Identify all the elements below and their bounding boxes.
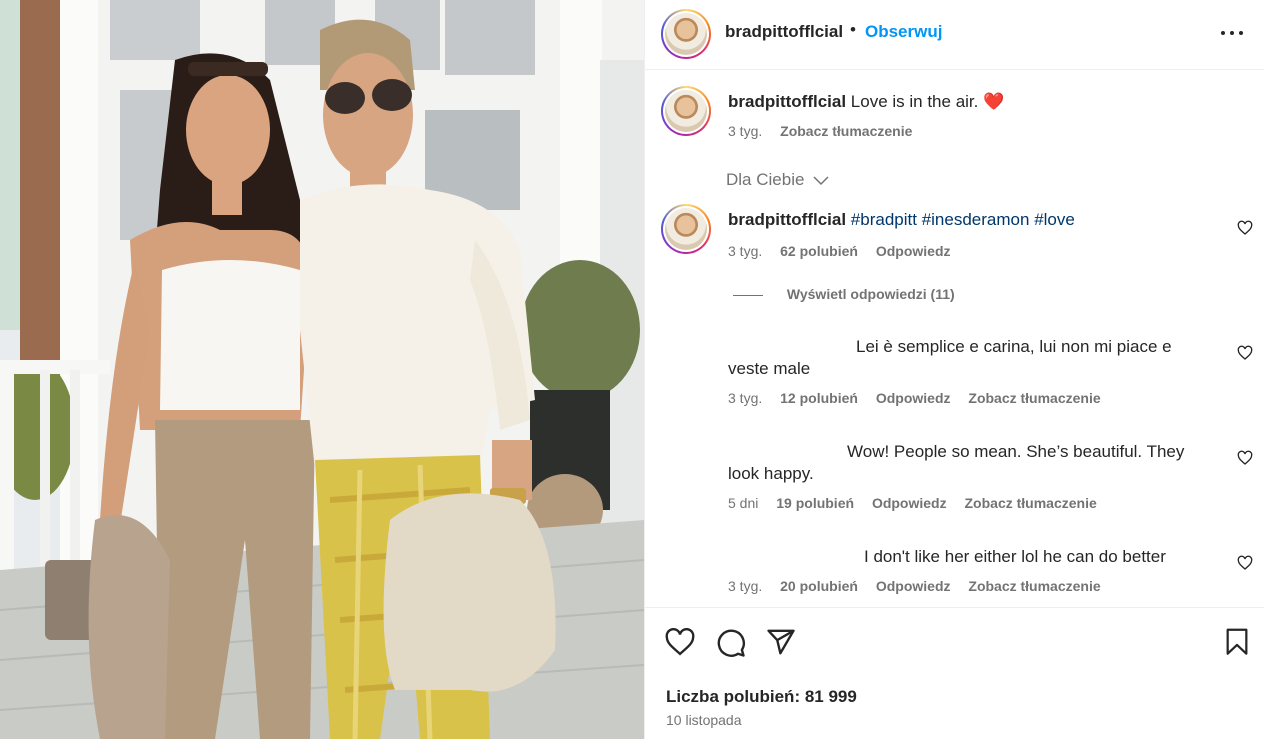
comment-likes-count[interactable]: 20 polubień	[780, 578, 858, 594]
comment-age[interactable]: 3 tyg.	[728, 243, 762, 259]
comment-icon[interactable]	[716, 628, 746, 658]
caption-age[interactable]: 3 tyg.	[728, 123, 762, 139]
post-details-panel: bradpittofflcial • Obserwuj bradpittoffl…	[644, 0, 1264, 739]
translate-link[interactable]: Zobacz tłumaczenie	[965, 495, 1097, 511]
likes-count[interactable]: Liczba polubień: 81 999	[666, 687, 857, 707]
send-icon[interactable]	[766, 628, 796, 656]
translate-link[interactable]: Zobacz tłumaczenie	[968, 390, 1100, 406]
view-replies-button[interactable]: Wyświetl odpowiedzi (11)	[733, 286, 955, 302]
comment-username[interactable]: bradpittofflcial	[728, 210, 846, 229]
comment-like-heart-icon[interactable]	[1237, 345, 1253, 361]
comments-section[interactable]: bradpittofflcial Love is in the air. ❤️ …	[645, 70, 1264, 607]
comment-age[interactable]: 3 tyg.	[728, 390, 762, 406]
comment-avatar[interactable]	[661, 204, 711, 254]
reply-button[interactable]: Odpowiedz	[876, 390, 951, 406]
view-replies-label: Wyświetl odpowiedzi (11)	[786, 286, 955, 302]
follow-button[interactable]: Obserwuj	[865, 22, 942, 42]
comment-like-heart-icon[interactable]	[1237, 450, 1253, 466]
post-image	[0, 0, 644, 739]
reply-text-line2: look happy.	[728, 464, 814, 483]
comment-age[interactable]: 5 dni	[728, 495, 758, 511]
hashtag-link[interactable]: #inesderamon	[922, 210, 1030, 229]
comment-likes-count[interactable]: 62 polubień	[780, 243, 858, 259]
comment-filter-dropdown[interactable]: Dla Ciebie	[726, 170, 829, 190]
comment-meta: 3 tyg. 12 polubień Odpowiedz Zobacz tłum…	[728, 390, 1101, 406]
comment-meta: 3 tyg. 20 polubień Odpowiedz Zobacz tłum…	[728, 578, 1101, 594]
hashtag-link[interactable]: #love	[1034, 210, 1075, 229]
caption-translate-link[interactable]: Zobacz tłumaczenie	[780, 123, 912, 139]
profile-picture	[665, 90, 707, 132]
bookmark-icon[interactable]	[1225, 628, 1249, 656]
chevron-down-icon	[813, 175, 829, 185]
post-author-username[interactable]: bradpittofflcial	[725, 22, 843, 42]
post-actions: Liczba polubień: 81 999 10 listopada	[645, 607, 1264, 739]
reply-button[interactable]: Odpowiedz	[876, 243, 951, 259]
replies-divider	[733, 294, 763, 296]
post-photo[interactable]	[0, 0, 644, 739]
caption-username[interactable]: bradpittofflcial	[728, 92, 846, 111]
heart-emoji: ❤️	[983, 92, 1005, 111]
comment-age[interactable]: 3 tyg.	[728, 578, 762, 594]
reply-text-line1: Wow! People so mean. She’s beautiful. Th…	[847, 442, 1185, 461]
profile-picture	[665, 208, 707, 250]
reply-text-line1: Lei è semplice e carina, lui non mi piac…	[856, 337, 1172, 356]
post-header: bradpittofflcial • Obserwuj	[645, 0, 1264, 70]
post-date[interactable]: 10 listopada	[666, 712, 742, 728]
comment-like-heart-icon[interactable]	[1237, 555, 1253, 571]
caption-avatar[interactable]	[661, 86, 711, 136]
comment-text: bradpittofflcial #bradpitt #inesderamon …	[728, 209, 1075, 231]
avatar[interactable]	[661, 9, 711, 59]
reply-text-line2: veste male	[728, 359, 811, 378]
reply-button[interactable]: Odpowiedz	[876, 578, 951, 594]
comment-meta: 3 tyg. 62 polubień Odpowiedz	[728, 243, 951, 259]
caption: bradpittofflcial Love is in the air. ❤️	[728, 91, 1004, 113]
comment-meta: 5 dni 19 polubień Odpowiedz Zobacz tłuma…	[728, 495, 1097, 511]
separator-dot: •	[850, 20, 856, 39]
caption-meta: 3 tyg. Zobacz tłumaczenie	[728, 123, 912, 139]
hashtag-link[interactable]: #bradpitt	[851, 210, 917, 229]
reply-button[interactable]: Odpowiedz	[872, 495, 947, 511]
reply-text-line1: I don't like her either lol he can do be…	[864, 547, 1166, 566]
filter-label: Dla Ciebie	[726, 170, 805, 189]
caption-text: Love is in the air.	[850, 92, 979, 111]
heart-icon[interactable]	[665, 628, 695, 656]
more-icon[interactable]	[1221, 22, 1243, 44]
comment-likes-count[interactable]: 12 polubień	[780, 390, 858, 406]
comment-like-heart-icon[interactable]	[1237, 220, 1253, 236]
translate-link[interactable]: Zobacz tłumaczenie	[968, 578, 1100, 594]
comment-likes-count[interactable]: 19 polubień	[776, 495, 854, 511]
profile-picture	[665, 13, 707, 55]
